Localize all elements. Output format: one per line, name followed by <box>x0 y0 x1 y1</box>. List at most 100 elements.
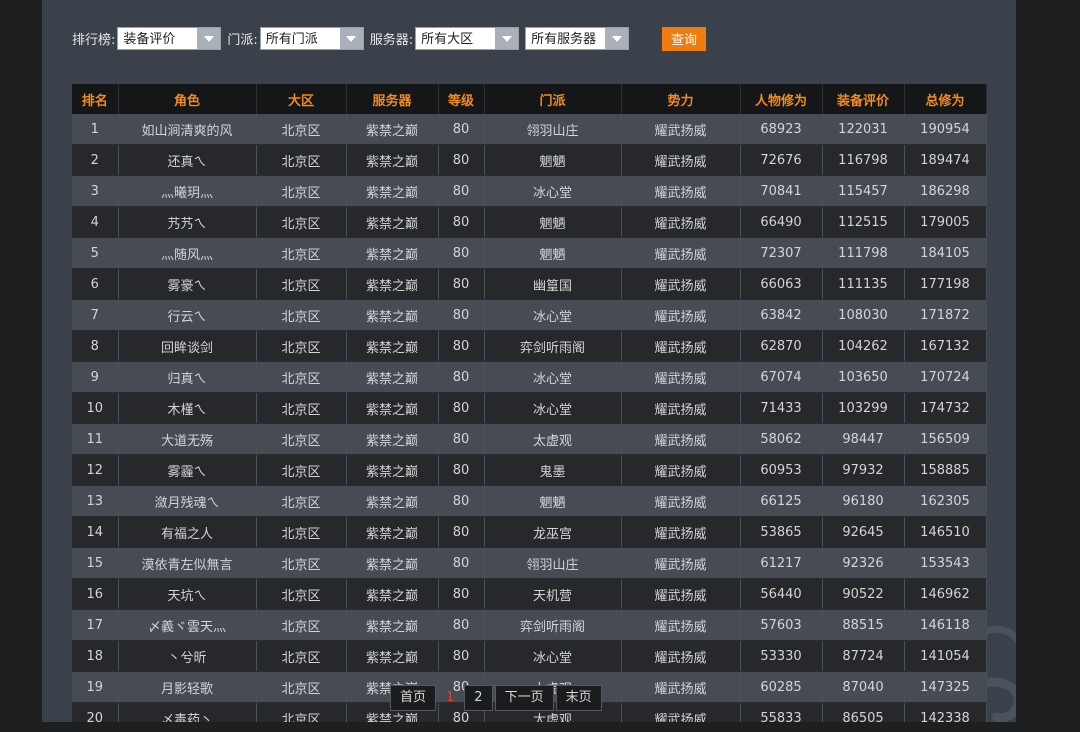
chevron-down-icon[interactable] <box>197 28 221 49</box>
cell-region: 北京区 <box>256 330 347 362</box>
cell-region: 北京区 <box>256 640 347 672</box>
cell-faction: 耀武扬威 <box>621 609 741 641</box>
ranking-table: 排名 角色 大区 服务器 等级 门派 势力 人物修为 装备评价 总修为 1 如山涧… <box>72 84 987 722</box>
table-row: 16 天坑ㄟ 北京区 紫禁之巅 80 天机营 耀武扬威 56440 90522 146962 <box>72 578 987 610</box>
cell-total-cultivation: 141054 <box>904 640 987 672</box>
cell-faction: 耀武扬威 <box>621 392 741 424</box>
header-character-cultivation[interactable]: 人物修为 <box>740 84 823 114</box>
chevron-down-icon[interactable] <box>605 28 629 49</box>
cell-school: 翎羽山庄 <box>484 547 622 579</box>
cell-server: 紫禁之巅 <box>346 454 439 486</box>
cell-character: 大道无殇 <box>118 423 257 455</box>
cell-total-cultivation: 189474 <box>904 144 987 176</box>
cell-faction: 耀武扬威 <box>621 175 741 207</box>
cell-equipment-score: 97932 <box>822 454 905 486</box>
cell-character: 有福之人 <box>118 516 257 548</box>
cell-region: 北京区 <box>256 361 347 393</box>
cell-rank: 1 <box>72 114 119 145</box>
ranking-select-value: 装备评价 <box>123 32 176 47</box>
cell-region: 北京区 <box>256 175 347 207</box>
header-school[interactable]: 门派 <box>484 84 622 114</box>
cell-equipment-score: 87040 <box>822 671 905 703</box>
header-rank[interactable]: 排名 <box>72 84 119 114</box>
page-2-button[interactable]: 2 <box>464 685 493 711</box>
first-page-button[interactable]: 首页 <box>390 685 437 711</box>
school-select[interactable]: 所有门派 <box>259 27 364 50</box>
cell-character: 雾霾ㄟ <box>118 454 257 486</box>
cell-server: 紫禁之巅 <box>346 144 439 176</box>
chevron-down-icon[interactable] <box>495 28 519 49</box>
cell-rank: 2 <box>72 144 119 176</box>
cell-school: 龙巫宫 <box>484 516 622 548</box>
next-page-button[interactable]: 下一页 <box>494 685 554 711</box>
cell-rank: 10 <box>72 392 119 424</box>
cell-equipment-score: 116798 <box>822 144 905 176</box>
cell-region: 北京区 <box>256 423 347 455</box>
cell-equipment-score: 103299 <box>822 392 905 424</box>
cell-school: 天机营 <box>484 578 622 610</box>
header-total-cultivation[interactable]: 总修为 <box>904 84 987 114</box>
cell-region: 北京区 <box>256 578 347 610</box>
header-level[interactable]: 等级 <box>438 84 485 114</box>
cell-equipment-score: 122031 <box>822 114 905 145</box>
cell-rank: 12 <box>72 454 119 486</box>
cell-region: 北京区 <box>256 485 347 517</box>
cell-total-cultivation: 153543 <box>904 547 987 579</box>
cell-character: 〆毒药丶 <box>118 702 257 722</box>
cell-rank: 8 <box>72 330 119 362</box>
cell-equipment-score: 92645 <box>822 516 905 548</box>
cell-character: 雾豪ㄟ <box>118 268 257 300</box>
cell-equipment-score: 104262 <box>822 330 905 362</box>
cell-region: 北京区 <box>256 702 347 722</box>
cell-faction: 耀武扬威 <box>621 361 741 393</box>
cell-rank: 16 <box>72 578 119 610</box>
cell-equipment-score: 111798 <box>822 237 905 269</box>
table-row: 4 艿艿ㄟ 北京区 紫禁之巅 80 魍魉 耀武扬威 66490 112515 179005 <box>72 206 987 238</box>
header-faction[interactable]: 势力 <box>621 84 741 114</box>
server-select[interactable]: 所有服务器 <box>525 27 630 50</box>
table-row: 12 雾霾ㄟ 北京区 紫禁之巅 80 鬼墨 耀武扬威 60953 97932 158885 <box>72 454 987 486</box>
query-button[interactable]: 查询 <box>662 27 706 51</box>
ranking-label: 排行榜: <box>72 33 116 48</box>
ranking-select[interactable]: 装备评价 <box>117 27 222 50</box>
table-row: 5 灬随风灬 北京区 紫禁之巅 80 魍魉 耀武扬威 72307 111798 184105 <box>72 237 987 269</box>
cell-character-cultivation: 68923 <box>740 114 823 145</box>
table-row: 6 雾豪ㄟ 北京区 紫禁之巅 80 幽篁国 耀武扬威 66063 111135 177198 <box>72 268 987 300</box>
cell-rank: 18 <box>72 640 119 672</box>
cell-character: 归真ㄟ <box>118 361 257 393</box>
filter-bar: 排行榜: 装备评价 门派: 所有门派 服务器: 所有大区 所有服务器 <box>72 26 635 51</box>
last-page-button[interactable]: 末页 <box>555 685 602 711</box>
table-row: 11 大道无殇 北京区 紫禁之巅 80 太虚观 耀武扬威 58062 98447 156509 <box>72 423 987 455</box>
table-row: 3 灬曦玥灬 北京区 紫禁之巅 80 冰心堂 耀武扬威 70841 115457 186298 <box>72 175 987 207</box>
region-select[interactable]: 所有大区 <box>415 27 520 50</box>
cell-server: 紫禁之巅 <box>346 423 439 455</box>
cell-region: 北京区 <box>256 268 347 300</box>
cell-level: 80 <box>438 609 485 641</box>
page-1-current[interactable]: 1 <box>438 685 462 711</box>
cell-rank: 13 <box>72 485 119 517</box>
header-equipment-score[interactable]: 装备评价 <box>822 84 905 114</box>
pagination: 首页 1 2 下一页 末页 <box>390 685 604 711</box>
cell-faction: 耀武扬威 <box>621 454 741 486</box>
cell-rank: 5 <box>72 237 119 269</box>
cell-equipment-score: 115457 <box>822 175 905 207</box>
cell-server: 紫禁之巅 <box>346 268 439 300</box>
chevron-down-icon[interactable] <box>339 28 363 49</box>
cell-character-cultivation: 66490 <box>740 206 823 238</box>
cell-total-cultivation: 162305 <box>904 485 987 517</box>
header-server[interactable]: 服务器 <box>346 84 439 114</box>
cell-total-cultivation: 142338 <box>904 702 987 722</box>
cell-total-cultivation: 186298 <box>904 175 987 207</box>
table-row: 2 还真ㄟ 北京区 紫禁之巅 80 魍魉 耀武扬威 72676 116798 189474 <box>72 144 987 176</box>
cell-equipment-score: 87724 <box>822 640 905 672</box>
header-region[interactable]: 大区 <box>256 84 347 114</box>
cell-server: 紫禁之巅 <box>346 547 439 579</box>
cell-level: 80 <box>438 640 485 672</box>
cell-level: 80 <box>438 299 485 331</box>
header-character[interactable]: 角色 <box>118 84 257 114</box>
cell-equipment-score: 111135 <box>822 268 905 300</box>
cell-school: 魍魉 <box>484 206 622 238</box>
cell-total-cultivation: 190954 <box>904 114 987 145</box>
cell-character-cultivation: 55833 <box>740 702 823 722</box>
cell-total-cultivation: 167132 <box>904 330 987 362</box>
